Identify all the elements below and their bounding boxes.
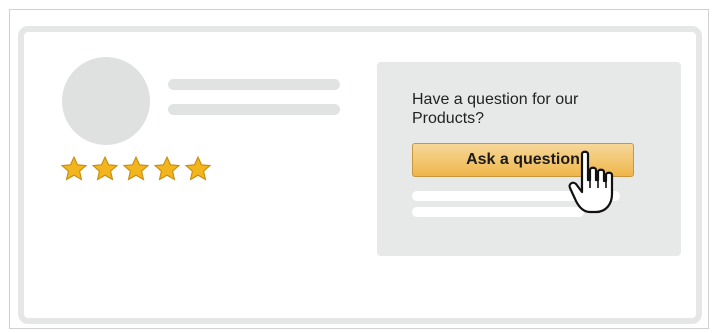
question-heading: Have a question for our Products? [412, 91, 579, 127]
star-icon [153, 155, 181, 181]
product-image-placeholder [62, 57, 150, 145]
star-icon [122, 155, 150, 181]
star-icon [60, 155, 88, 181]
subtitle-placeholder-line [168, 104, 340, 115]
answer-placeholder-line [412, 207, 584, 217]
star-rating [60, 155, 212, 183]
star-icon [184, 155, 212, 181]
title-placeholder-line [168, 79, 340, 90]
hand-pointer-icon [568, 150, 614, 214]
star-icon [91, 155, 119, 181]
